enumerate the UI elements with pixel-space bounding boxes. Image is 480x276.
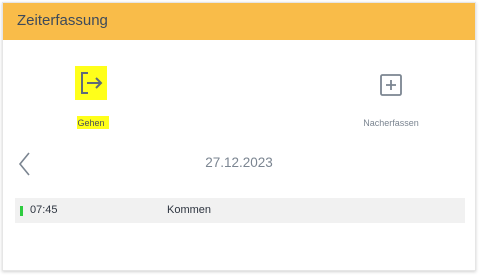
time-entry-row[interactable]: 07:45 Kommen — [15, 198, 465, 223]
date-navigation: 27.12.2023 — [3, 149, 475, 179]
gehen-label: Gehen — [77, 118, 105, 128]
current-date: 27.12.2023 — [205, 155, 273, 170]
gehen-button[interactable]: Gehen — [51, 66, 131, 139]
entry-type: Kommen — [167, 204, 212, 216]
nacherfassen-button[interactable]: Nacherfassen — [351, 73, 431, 143]
plus-box-icon — [380, 74, 402, 96]
page-title: Zeiterfassung — [17, 12, 108, 29]
card-header: Zeiterfassung — [3, 3, 475, 40]
logout-icon — [81, 72, 103, 94]
status-indicator — [20, 206, 23, 216]
entry-time: 07:45 — [30, 204, 58, 216]
nacherfassen-label: Nacherfassen — [363, 118, 419, 128]
zeiterfassung-card: Zeiterfassung Gehen Nacherfassen 27.12.2… — [2, 2, 476, 271]
